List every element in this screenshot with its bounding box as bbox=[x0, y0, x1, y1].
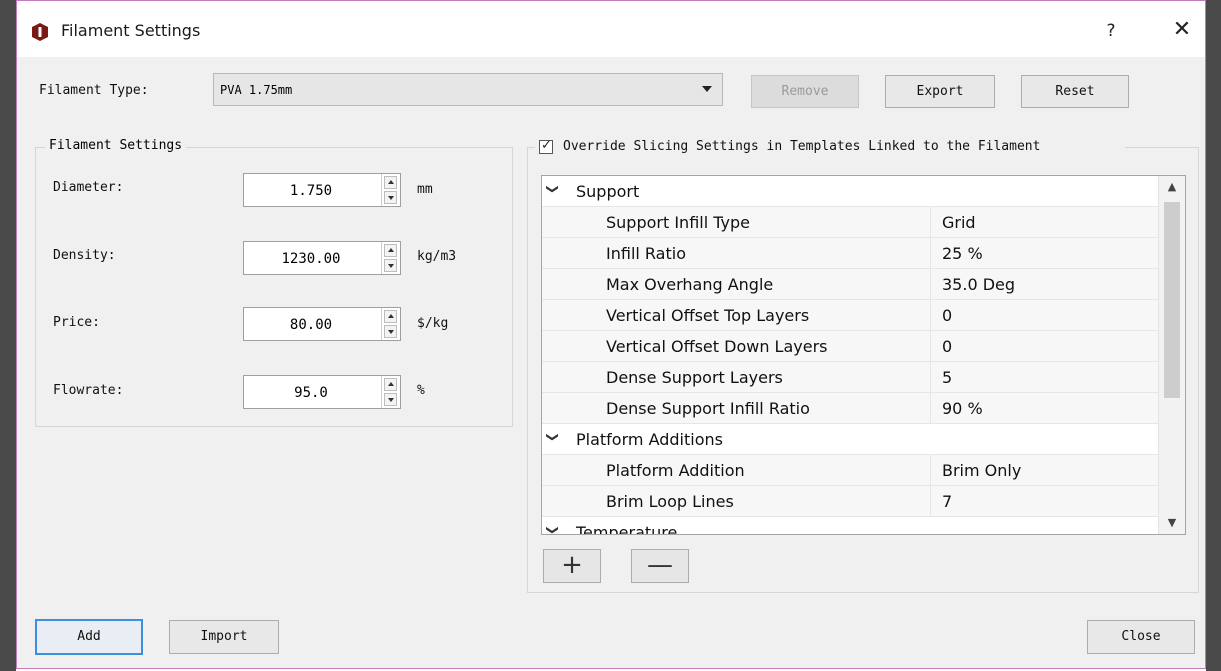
price-label: Price: bbox=[53, 315, 100, 330]
category-label: Support bbox=[576, 182, 640, 201]
category-label: Platform Additions bbox=[576, 430, 723, 449]
row-key: Infill Ratio bbox=[606, 244, 686, 263]
tree-row[interactable]: Vertical Offset Top Layers 0 bbox=[542, 300, 1159, 331]
diameter-spinbox[interactable]: 1.750 bbox=[243, 173, 401, 207]
row-key: Max Overhang Angle bbox=[606, 275, 774, 294]
window-close-button[interactable]: ✕ bbox=[1167, 15, 1197, 45]
tree-row[interactable]: Dense Support Layers 5 bbox=[542, 362, 1159, 393]
row-value[interactable]: 0 bbox=[942, 337, 952, 356]
filament-type-label: Filament Type: bbox=[39, 83, 149, 98]
row-value[interactable]: Brim Only bbox=[942, 461, 1021, 480]
row-value[interactable]: 25 % bbox=[942, 244, 983, 263]
tree-scrollbar[interactable]: ▲ ▼ bbox=[1158, 176, 1185, 534]
row-value[interactable]: 0 bbox=[942, 306, 952, 325]
row-key: Brim Loop Lines bbox=[606, 492, 734, 511]
spin-down-icon[interactable] bbox=[384, 259, 397, 272]
override-checkbox[interactable]: ✓ bbox=[539, 138, 553, 154]
spin-down-icon[interactable] bbox=[384, 191, 397, 204]
flowrate-spinbox[interactable]: 95.0 bbox=[243, 375, 401, 409]
density-label: Density: bbox=[53, 248, 116, 263]
filament-type-value: PVA 1.75mm bbox=[220, 83, 293, 97]
spin-up-icon[interactable] bbox=[384, 310, 397, 323]
override-label: Override Slicing Settings in Templates L… bbox=[563, 139, 1041, 154]
chevron-down-icon bbox=[702, 86, 712, 92]
filament-settings-dialog: Filament Settings ? ✕ Filament Type: PVA… bbox=[16, 0, 1206, 669]
help-button[interactable]: ? bbox=[1097, 17, 1125, 45]
background-right bbox=[1206, 0, 1221, 671]
tree-row[interactable]: Max Overhang Angle 35.0 Deg bbox=[542, 269, 1159, 300]
row-value[interactable]: Grid bbox=[942, 213, 976, 232]
scroll-down-icon[interactable]: ▼ bbox=[1159, 516, 1185, 529]
check-icon: ✓ bbox=[541, 138, 552, 153]
spin-up-icon[interactable] bbox=[384, 244, 397, 257]
remove-button[interactable]: Remove bbox=[751, 75, 859, 108]
tree-row[interactable]: Platform Addition Brim Only bbox=[542, 455, 1159, 486]
filament-settings-group-title: Filament Settings bbox=[45, 138, 187, 153]
chevron-down-icon: ❯ bbox=[546, 431, 561, 443]
density-unit: kg/m3 bbox=[417, 249, 457, 264]
price-value: 80.00 bbox=[289, 317, 333, 333]
row-key: Dense Support Layers bbox=[606, 368, 783, 387]
row-value[interactable]: 7 bbox=[942, 492, 952, 511]
row-key: Support Infill Type bbox=[606, 213, 750, 232]
flowrate-value: 95.0 bbox=[294, 385, 328, 401]
tree-row[interactable]: Support Infill Type Grid bbox=[542, 207, 1159, 238]
row-key: Dense Support Infill Ratio bbox=[606, 399, 810, 418]
title-bar: Filament Settings ? ✕ bbox=[17, 1, 1205, 57]
density-spinbox[interactable]: 1230.00 bbox=[243, 241, 401, 275]
price-unit: $/kg bbox=[417, 316, 449, 331]
close-button[interactable]: Close bbox=[1087, 620, 1195, 654]
spin-up-icon[interactable] bbox=[384, 378, 397, 391]
background-left bbox=[0, 0, 16, 671]
row-value[interactable]: 35.0 Deg bbox=[942, 275, 1015, 294]
reset-button[interactable]: Reset bbox=[1021, 75, 1129, 108]
diameter-label: Diameter: bbox=[53, 180, 124, 195]
row-key: Vertical Offset Top Layers bbox=[606, 306, 810, 325]
category-label: Temperature bbox=[576, 523, 678, 535]
filament-type-select[interactable]: PVA 1.75mm bbox=[213, 73, 723, 106]
density-value: 1230.00 bbox=[281, 251, 341, 267]
spin-down-icon[interactable] bbox=[384, 325, 397, 338]
add-button[interactable]: Add bbox=[35, 619, 143, 655]
tree-category-platform-additions[interactable]: ❯ Platform Additions bbox=[542, 424, 1159, 455]
tree-row[interactable]: Vertical Offset Down Layers 0 bbox=[542, 331, 1159, 362]
scroll-thumb[interactable] bbox=[1164, 202, 1180, 398]
add-row-button[interactable]: + bbox=[543, 549, 601, 583]
tree-category-support[interactable]: ❯ Support bbox=[542, 176, 1159, 207]
price-spinbox[interactable]: 80.00 bbox=[243, 307, 401, 341]
settings-tree[interactable]: ❯ Support Support Infill Type Grid Infill… bbox=[541, 175, 1186, 535]
app-icon bbox=[32, 23, 48, 41]
tree-row[interactable]: Brim Loop Lines 7 bbox=[542, 486, 1159, 517]
diameter-unit: mm bbox=[417, 182, 433, 197]
row-value[interactable]: 5 bbox=[942, 368, 952, 387]
row-value[interactable]: 90 % bbox=[942, 399, 983, 418]
remove-row-button[interactable]: — bbox=[631, 549, 689, 583]
tree-category-partial[interactable]: ❯ Temperature bbox=[542, 517, 1159, 535]
scroll-up-icon[interactable]: ▲ bbox=[1159, 180, 1185, 193]
import-button[interactable]: Import bbox=[169, 620, 279, 654]
spin-up-icon[interactable] bbox=[384, 176, 397, 189]
chevron-down-icon: ❯ bbox=[546, 524, 561, 535]
export-button[interactable]: Export bbox=[885, 75, 995, 108]
tree-row[interactable]: Infill Ratio 25 % bbox=[542, 238, 1159, 269]
window-title: Filament Settings bbox=[61, 21, 201, 40]
spin-down-icon[interactable] bbox=[384, 393, 397, 406]
row-key: Platform Addition bbox=[606, 461, 745, 480]
chevron-down-icon: ❯ bbox=[546, 183, 561, 195]
tree-row[interactable]: Dense Support Infill Ratio 90 % bbox=[542, 393, 1159, 424]
diameter-value: 1.750 bbox=[289, 183, 333, 199]
row-key: Vertical Offset Down Layers bbox=[606, 337, 828, 356]
flowrate-label: Flowrate: bbox=[53, 383, 124, 398]
flowrate-unit: % bbox=[417, 383, 425, 398]
